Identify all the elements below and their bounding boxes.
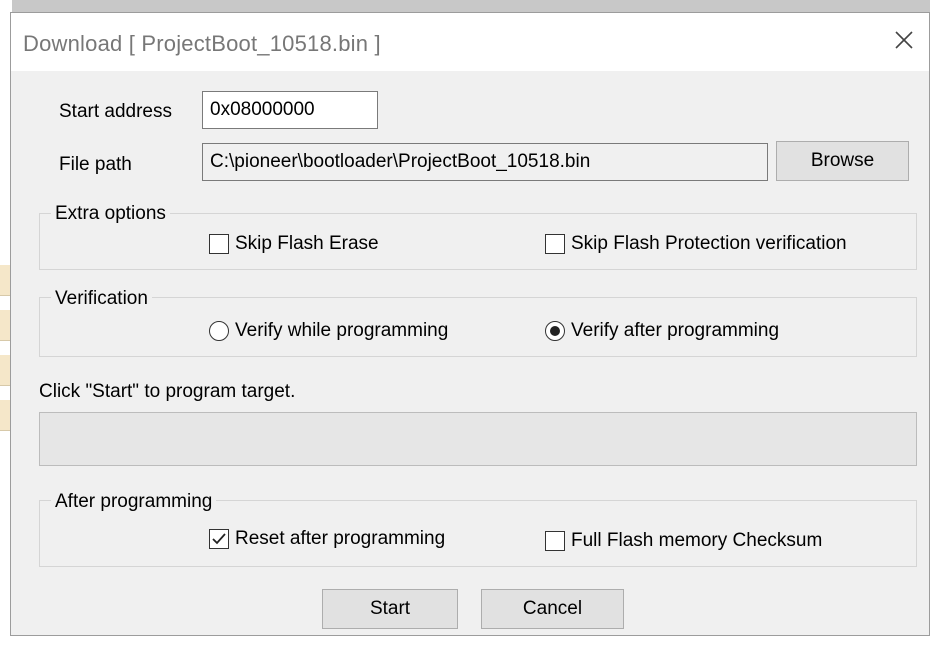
window-title: Download [ ProjectBoot_10518.bin ] [23, 31, 381, 56]
start-button[interactable]: Start [322, 589, 458, 629]
checkbox-box [209, 529, 229, 549]
background-window-bottom [0, 636, 930, 650]
file-path-input[interactable] [202, 143, 768, 181]
verification-group [39, 297, 917, 357]
checkbox-box [209, 234, 229, 254]
verify-after-programming-radio[interactable]: Verify after programming [545, 320, 779, 342]
after-programming-title: After programming [51, 491, 217, 513]
reset-after-programming-checkbox[interactable]: Reset after programming [209, 528, 445, 550]
verify-while-programming-label: Verify while programming [235, 320, 449, 341]
checkmark-icon [212, 533, 226, 545]
status-text: Click "Start" to program target. [39, 381, 296, 402]
skip-flash-erase-label: Skip Flash Erase [235, 233, 379, 254]
start-address-label: Start address [59, 101, 172, 122]
start-address-input[interactable] [202, 91, 378, 129]
verify-after-programming-label: Verify after programming [571, 320, 780, 341]
extra-options-title: Extra options [51, 203, 170, 225]
reset-after-programming-label: Reset after programming [235, 528, 446, 549]
skip-flash-protection-label: Skip Flash Protection verification [571, 233, 847, 254]
full-flash-checksum-checkbox[interactable]: Full Flash memory Checksum [545, 530, 822, 552]
radio-circle [545, 321, 565, 341]
close-icon[interactable] [891, 27, 917, 53]
checkbox-box [545, 531, 565, 551]
title-bar: Download [ ProjectBoot_10518.bin ] [11, 13, 929, 71]
skip-flash-protection-checkbox[interactable]: Skip Flash Protection verification [545, 233, 847, 255]
checkbox-box [545, 234, 565, 254]
skip-flash-erase-checkbox[interactable]: Skip Flash Erase [209, 233, 379, 255]
browse-button[interactable]: Browse [776, 141, 909, 181]
file-path-label: File path [59, 154, 132, 175]
download-dialog: Download [ ProjectBoot_10518.bin ] Start… [10, 12, 930, 636]
full-flash-checksum-label: Full Flash memory Checksum [571, 530, 823, 551]
radio-circle [209, 321, 229, 341]
verification-title: Verification [51, 288, 152, 310]
progress-bar [39, 412, 917, 466]
radio-selected-dot [550, 326, 560, 336]
verify-while-programming-radio[interactable]: Verify while programming [209, 320, 448, 342]
cancel-button[interactable]: Cancel [481, 589, 624, 629]
